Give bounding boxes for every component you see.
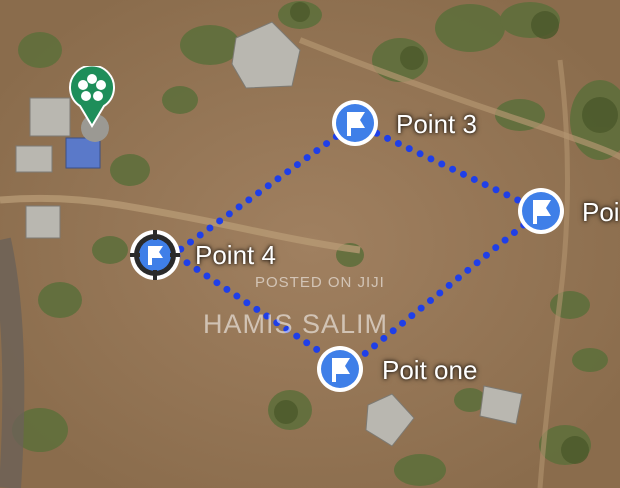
place-marker[interactable] [68, 64, 116, 128]
marker-label-poit-one: Poit one [382, 355, 478, 385]
watermark-line-2: HAMIS SALIM [203, 309, 389, 339]
watermark-line-1: POSTED ON JIJI [255, 274, 385, 291]
marker-point-partial[interactable] [516, 186, 566, 236]
marker-label-point-3: Point 3 [396, 109, 477, 139]
crosshair-flag-pin-icon [130, 230, 180, 280]
satellite-map[interactable]: Point 3 Poi Point 4 Poit one POSTED ON J… [0, 0, 620, 488]
flag-pin-icon [332, 100, 378, 146]
marker-label-point-partial: Poi [582, 197, 620, 227]
flag-pin-icon [317, 346, 363, 392]
marker-label-point-4: Point 4 [195, 240, 276, 270]
flower-place-icon [69, 64, 115, 128]
marker-point-3[interactable] [330, 98, 380, 148]
marker-poit-one[interactable] [315, 344, 365, 394]
flag-pin-icon [518, 188, 564, 234]
marker-point-4[interactable] [128, 228, 182, 282]
